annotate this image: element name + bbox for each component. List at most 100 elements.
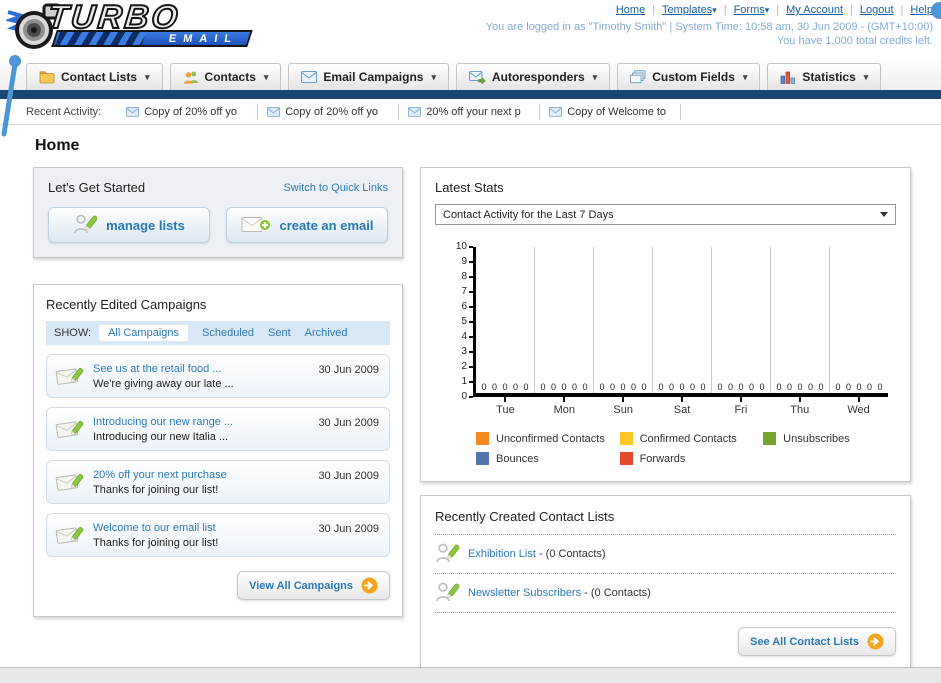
campaign-row[interactable]: Introducing our new range ... Introducin… (46, 407, 390, 451)
chart-value-label: 0 (845, 382, 851, 392)
campaign-row[interactable]: 20% off your next purchase Thanks for jo… (46, 460, 390, 504)
y-tick-label: 2 (449, 362, 473, 372)
chart-value-label: 0 (502, 382, 508, 392)
turbo-email-dashboard: TURBO EMAIL Home Templates Forms My Acco… (0, 0, 941, 683)
top-link-my-account[interactable]: My Account (786, 4, 843, 16)
manage-lists-button[interactable]: manage lists (48, 207, 210, 243)
turbo-email-logo: TURBO EMAIL (6, 0, 253, 54)
top-link-logout[interactable]: Logout (860, 4, 894, 16)
x-tick-cell: Sun (594, 397, 653, 416)
contact-list-item[interactable]: Exhibition List - (0 Contacts) (435, 535, 896, 574)
campaign-title-link[interactable]: Introducing our new range ... (93, 415, 310, 429)
recently-edited-campaigns-panel: Recently Edited Campaigns SHOW: All Camp… (33, 284, 403, 617)
chart-value-label: 0 (717, 382, 723, 392)
legend-item: Unconfirmed Contacts (476, 432, 620, 445)
x-tick-cell: Fri (711, 397, 770, 416)
contact-list-link[interactable]: Newsletter Subscribers (468, 587, 581, 599)
legend-swatch (476, 432, 489, 445)
see-all-contact-lists-button[interactable]: See All Contact Lists (737, 627, 896, 656)
chart-group: 00000 (653, 247, 712, 393)
tab-label: Contacts (204, 70, 256, 84)
chart-value-label: 0 (759, 382, 765, 392)
envelope-icon (408, 106, 422, 117)
chart-value-label: 0 (797, 382, 803, 392)
chart-value-label: 0 (818, 382, 824, 392)
envelope-icon (301, 71, 318, 83)
recent-activity-item[interactable]: Copy of 20% off yo (117, 103, 259, 120)
chart-group: 00000 (594, 247, 653, 393)
page-title: Home (35, 137, 80, 154)
campaign-title-link[interactable]: See us at the retail food ... (93, 362, 310, 376)
contact-list-link[interactable]: Exhibition List (468, 548, 536, 560)
see-all-contact-lists-label: See All Contact Lists (749, 635, 859, 648)
tab-label: Email Campaigns (323, 70, 424, 84)
right-column: Latest Stats Contact Activity for the La… (420, 167, 911, 673)
brand-sub-name: EMAIL (167, 32, 239, 45)
campaign-subtitle: Thanks for joining our list! (93, 536, 219, 549)
custom-fields-icon (630, 70, 646, 84)
header: TURBO EMAIL Home Templates Forms My Acco… (0, 0, 941, 60)
logo-text: TURBO EMAIL (45, 0, 253, 47)
create-email-button[interactable]: create an email (226, 207, 388, 243)
envelope-icon (267, 106, 281, 117)
legend-swatch (619, 432, 633, 445)
chart-value-label: 0 (748, 382, 754, 392)
brand-name: TURBO (45, 0, 183, 36)
tab-autoresponders[interactable]: Autoresponders (455, 63, 611, 90)
chart-value-label: 0 (776, 382, 782, 392)
top-link-templates[interactable]: Templates (662, 4, 717, 16)
chart-group: 00000 (771, 247, 830, 393)
campaign-title-link[interactable]: 20% off your next purchase (93, 468, 310, 482)
stats-period-select[interactable]: Contact Activity for the Last 7 Days (435, 204, 896, 225)
y-tick-label: 0 (449, 392, 473, 402)
top-nav: Home Templates Forms My Account Logout H… (486, 4, 933, 16)
tab-email-campaigns[interactable]: Email Campaigns (288, 63, 449, 90)
recent-activity-item[interactable]: 20% off your next p (399, 103, 541, 120)
x-tick-label: Thu (790, 404, 810, 416)
chart-value-label: 0 (512, 382, 518, 392)
x-tick-mark (798, 397, 801, 402)
tab-contact-lists[interactable]: Contact Lists (26, 63, 163, 90)
y-tick-label: 1 (449, 377, 473, 387)
contact-list-item[interactable]: Newsletter Subscribers - (0 Contacts) (435, 574, 896, 613)
envelope-icon (126, 106, 140, 117)
legend-label: Confirmed Contacts (639, 432, 737, 445)
chart-value-label: 0 (679, 382, 685, 392)
campaign-row[interactable]: Welcome to our email list Thanks for joi… (46, 513, 390, 557)
tab-statistics[interactable]: Statistics (767, 63, 882, 90)
campaign-date: 30 Jun 2009 (318, 364, 379, 376)
view-all-campaigns-button[interactable]: View All Campaigns (237, 571, 390, 600)
top-link-forms[interactable]: Forms (734, 4, 770, 16)
chart-value-label: 0 (856, 382, 862, 392)
filter-archived[interactable]: Archived (305, 327, 348, 339)
filter-sent[interactable]: Sent (268, 327, 291, 339)
tab-custom-fields[interactable]: Custom Fields (617, 63, 761, 90)
x-tick-mark (563, 397, 566, 402)
chart-value-label: 0 (540, 382, 546, 392)
x-tick-mark (622, 397, 625, 402)
legend-item: Forwards (619, 452, 764, 465)
legend-swatch (476, 452, 489, 465)
tab-label: Autoresponders (491, 70, 585, 84)
envelope-plus-icon (241, 217, 271, 232)
contacts-icon (183, 71, 198, 84)
latest-stats-title: Latest Stats (435, 180, 504, 195)
recent-activity-item[interactable]: Copy of Welcome to (540, 103, 682, 120)
top-link-home[interactable]: Home (616, 4, 645, 16)
tab-label: Custom Fields (652, 70, 735, 84)
recent-activity-label: Recent Activity: (26, 105, 102, 118)
chart-value-label: 0 (641, 382, 647, 392)
campaign-title-link[interactable]: Welcome to our email list (93, 521, 310, 535)
filter-all-campaigns[interactable]: All Campaigns (99, 325, 188, 341)
switch-quick-links[interactable]: Switch to Quick Links (283, 182, 388, 194)
recent-activity-item[interactable]: Copy of 20% off yo (258, 103, 400, 120)
chart-value-label: 0 (582, 382, 588, 392)
top-link-help[interactable]: Help (910, 4, 933, 16)
tab-contacts[interactable]: Contacts (169, 63, 282, 90)
filter-scheduled[interactable]: Scheduled (202, 327, 254, 339)
campaign-row[interactable]: See us at the retail food ... We're givi… (46, 354, 390, 398)
x-tick-label: Mon (553, 404, 575, 416)
chart-value-labels: 00000 (771, 382, 829, 392)
legend-item: Unsubscribes (763, 432, 888, 445)
campaign-subtitle: Introducing our new Italia ... (93, 430, 229, 443)
